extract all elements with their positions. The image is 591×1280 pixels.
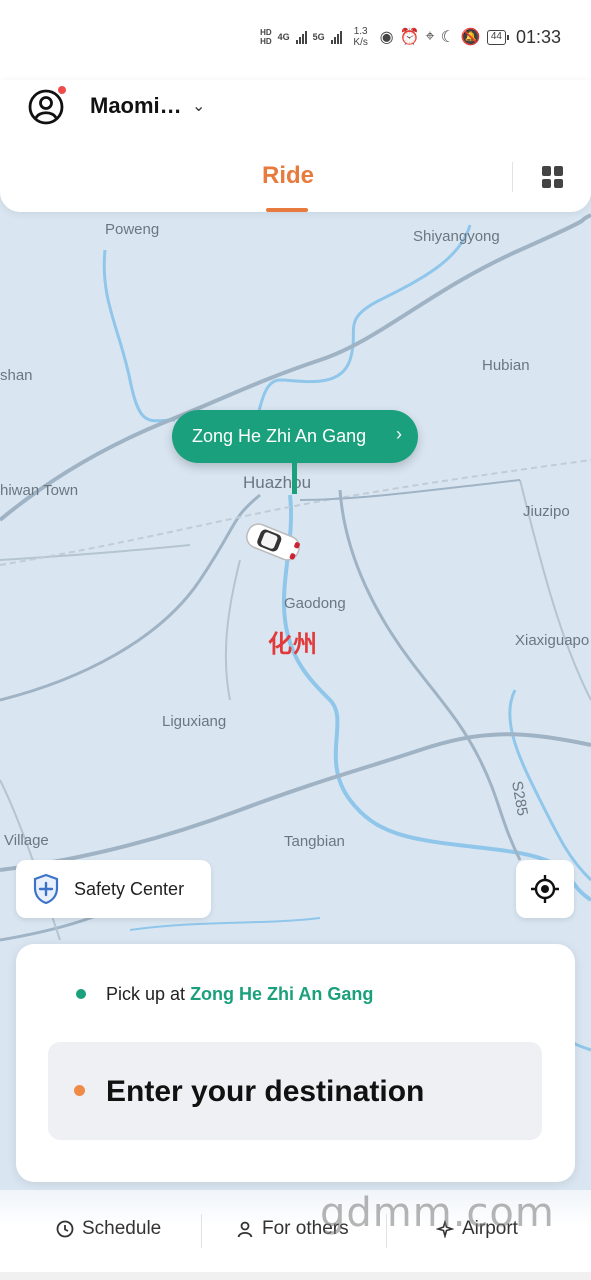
map-label-gaodong: Gaodong xyxy=(284,595,346,612)
schedule-label: Schedule xyxy=(82,1218,162,1239)
signal-icon xyxy=(295,30,307,44)
map-label-xiaxiguapo: Xiaxiguapo xyxy=(515,632,590,649)
map-label-tangbian: Tangbian xyxy=(284,833,345,850)
clock-icon xyxy=(56,1220,74,1238)
safety-center-label: Safety Center xyxy=(74,878,185,899)
bell-off-icon: 🔕 xyxy=(460,29,481,46)
map-label-village: Village xyxy=(4,832,49,849)
crosshair-icon xyxy=(531,875,559,903)
pickup-dot-icon xyxy=(76,989,86,999)
pickup-pin-label: Zong He Zhi An Gang xyxy=(192,426,367,446)
pickup-prefix: Pick up at xyxy=(106,984,186,1004)
speed-value: 1.3 xyxy=(353,26,368,37)
map-label-city: 化州 xyxy=(268,631,318,658)
map-label-hiwan-town: hiwan Town xyxy=(0,482,79,499)
hd-indicator: HD HD xyxy=(260,28,272,46)
bottom-divider xyxy=(201,1214,202,1248)
home-indicator xyxy=(0,1272,591,1280)
speed-unit: K/s xyxy=(353,37,368,48)
map-label-shiyangyong: Shiyangyong xyxy=(413,228,500,245)
location-icon: ⌖ xyxy=(425,28,435,45)
safety-center-button[interactable]: Safety Center xyxy=(16,860,211,918)
car-icon xyxy=(242,520,304,569)
hd-1: HD xyxy=(260,28,272,37)
hd-2: HD xyxy=(260,37,272,46)
map-label-liguxiang: Liguxiang xyxy=(162,713,227,730)
account-name[interactable]: Maomi… xyxy=(90,93,182,119)
chevron-down-icon[interactable]: ⌄ xyxy=(192,96,205,116)
notification-dot xyxy=(57,85,67,95)
watermark: gdmm.com xyxy=(320,1190,555,1236)
top-bar: Maomi… ⌄ Ride xyxy=(0,80,591,212)
grid-menu-icon[interactable] xyxy=(542,166,564,188)
network-type-2: 5G xyxy=(312,32,325,42)
tab-ride[interactable]: Ride xyxy=(262,162,314,190)
pickup-location: Zong He Zhi An Gang xyxy=(190,984,374,1004)
alarm-icon: ⏰ xyxy=(399,29,420,46)
shield-plus-icon xyxy=(33,873,59,905)
locate-me-button[interactable] xyxy=(516,860,574,918)
map-label-hubian: Hubian xyxy=(482,357,530,374)
status-bar: HD HD 4G 5G 1.3 K/s ◉ ⏰ ⌖ ☾ 🔕 44 01:33 xyxy=(0,0,591,80)
tab-ride-indicator xyxy=(266,208,308,212)
network-speed: 1.3 K/s xyxy=(348,26,374,48)
pickup-row[interactable]: Pick up at Zong He Zhi An Gang xyxy=(106,984,373,1005)
signal-icon xyxy=(330,30,342,44)
chevron-right-icon: › xyxy=(396,424,402,444)
destination-dot-icon xyxy=(74,1085,85,1096)
person-icon xyxy=(237,1221,253,1238)
battery-indicator: 44 xyxy=(486,29,510,45)
ride-request-card: Pick up at Zong He Zhi An Gang Enter you… xyxy=(16,944,575,1182)
pickup-pin-stem xyxy=(292,462,297,494)
pickup-pin[interactable]: Zong He Zhi An Gang › xyxy=(172,410,418,463)
destination-placeholder: Enter your destination xyxy=(106,1075,425,1108)
network-type-1: 4G xyxy=(277,32,290,42)
moon-icon: ☾ xyxy=(440,29,455,46)
map-label-shan: shan xyxy=(0,367,33,384)
eye-icon: ◉ xyxy=(379,29,394,46)
map-label-huazhou: Huazhou xyxy=(243,473,312,492)
map-label-poweng: Poweng xyxy=(105,221,160,238)
schedule-button[interactable]: Schedule xyxy=(56,1218,161,1240)
map-label-jiuzipo: Jiuzipo xyxy=(523,503,570,520)
clock: 01:33 xyxy=(515,26,561,47)
tab-divider xyxy=(512,162,513,192)
destination-input[interactable]: Enter your destination xyxy=(48,1042,542,1140)
